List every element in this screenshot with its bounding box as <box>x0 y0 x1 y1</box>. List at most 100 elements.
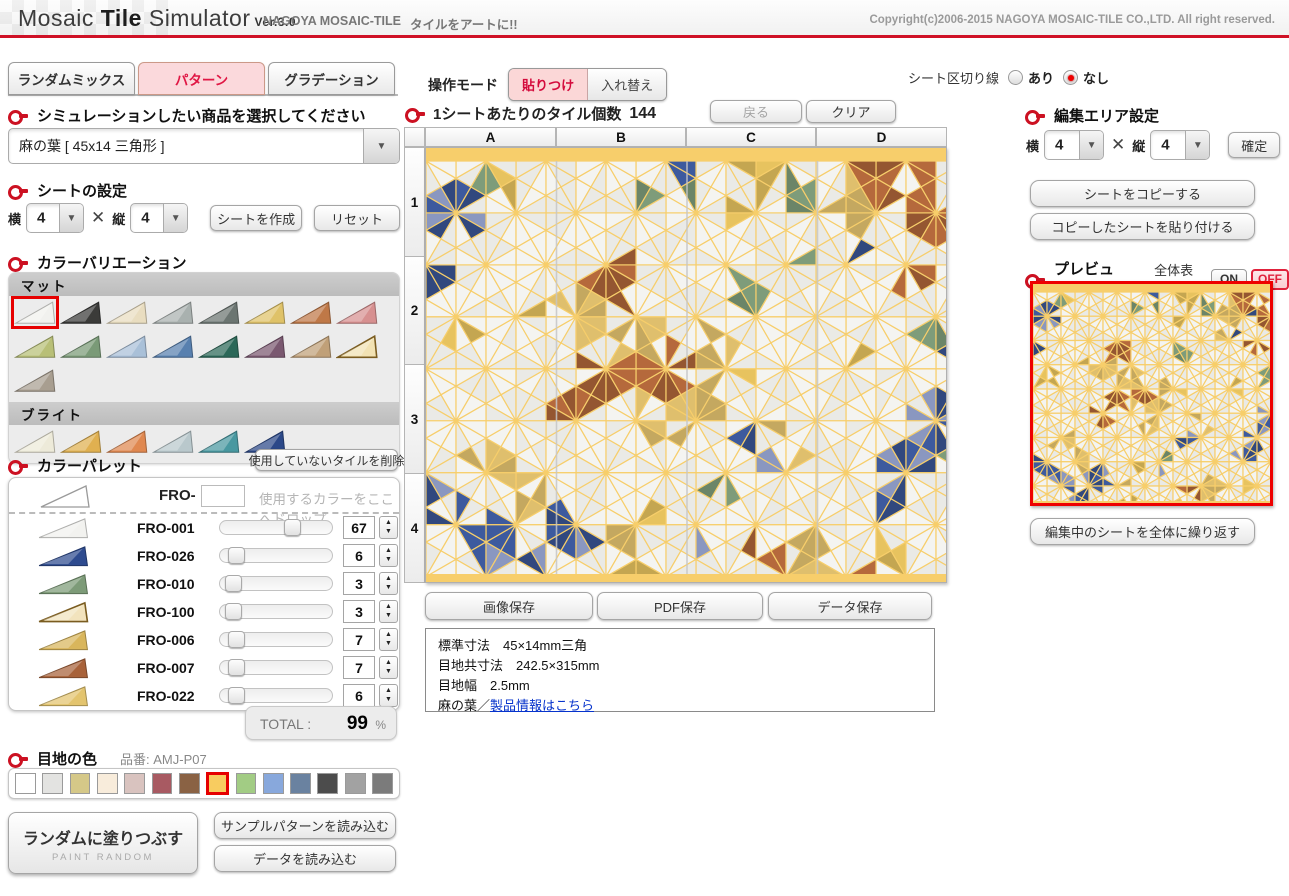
save-data-button[interactable]: データ保存 <box>768 592 932 620</box>
palette-tile-swatch[interactable] <box>37 684 89 713</box>
variation-swatch[interactable] <box>150 426 196 457</box>
ratio-slider[interactable] <box>219 688 333 703</box>
step-up-icon[interactable]: ▲ <box>385 687 392 695</box>
save-pdf-button[interactable]: PDF保存 <box>597 592 763 620</box>
row-header-1[interactable]: 1 <box>404 147 425 257</box>
ratio-slider[interactable] <box>219 548 333 563</box>
ratio-slider[interactable] <box>219 632 333 647</box>
column-header-b[interactable]: B <box>556 127 686 147</box>
variation-swatch[interactable] <box>58 426 104 457</box>
sheet-v-select[interactable]: 4 ▼ <box>130 203 188 233</box>
grout-color-swatch[interactable] <box>206 772 229 795</box>
ratio-stepper[interactable]: ▲▼ <box>379 684 398 707</box>
palette-tile-swatch[interactable] <box>37 572 89 601</box>
grout-color-swatch[interactable] <box>345 773 366 794</box>
grout-color-swatch[interactable] <box>42 773 63 794</box>
row-header-4[interactable]: 4 <box>404 473 425 583</box>
tile-canvas[interactable] <box>425 147 947 583</box>
slider-thumb[interactable] <box>225 575 242 592</box>
chevron-down-icon[interactable]: ▼ <box>1079 131 1103 159</box>
grout-color-swatch[interactable] <box>97 773 118 794</box>
ratio-slider[interactable] <box>219 660 333 675</box>
variation-swatch[interactable] <box>12 426 58 457</box>
step-down-icon[interactable]: ▼ <box>385 612 392 620</box>
back-button[interactable]: 戻る <box>710 100 802 123</box>
step-down-icon[interactable]: ▼ <box>385 696 392 704</box>
variation-swatch[interactable] <box>58 331 104 362</box>
ratio-slider[interactable] <box>219 576 333 591</box>
ratio-value-input[interactable]: 3 <box>343 572 375 595</box>
palette-tile-swatch[interactable] <box>37 516 89 545</box>
variation-swatch[interactable] <box>104 331 150 362</box>
tab-random-mix[interactable]: ランダムミックス <box>8 62 135 95</box>
variation-swatch[interactable] <box>196 331 242 362</box>
step-down-icon[interactable]: ▼ <box>385 668 392 676</box>
paste-sheet-button[interactable]: コピーしたシートを貼り付ける <box>1030 213 1255 240</box>
variation-swatch[interactable] <box>242 297 288 328</box>
variation-swatch[interactable] <box>288 297 334 328</box>
step-down-icon[interactable]: ▼ <box>385 640 392 648</box>
paint-random-button[interactable]: ランダムに塗りつぶす PAINT RANDOM <box>8 812 198 874</box>
step-down-icon[interactable]: ▼ <box>385 556 392 564</box>
clear-button[interactable]: クリア <box>806 100 896 123</box>
chevron-down-icon[interactable]: ▼ <box>1185 131 1209 159</box>
grout-color-swatch[interactable] <box>15 773 36 794</box>
step-down-icon[interactable]: ▼ <box>385 584 392 592</box>
grout-color-swatch[interactable] <box>263 773 284 794</box>
variation-swatch[interactable] <box>150 331 196 362</box>
palette-tile-swatch[interactable] <box>37 656 89 685</box>
tab-gradation[interactable]: グラデーション <box>268 62 395 95</box>
grout-color-swatch[interactable] <box>290 773 311 794</box>
slider-thumb[interactable] <box>225 603 242 620</box>
palette-tile-swatch[interactable] <box>37 600 89 629</box>
chevron-down-icon[interactable]: ▼ <box>59 204 83 232</box>
ratio-slider[interactable] <box>219 604 333 619</box>
palette-tile-swatch[interactable] <box>37 544 89 573</box>
grout-color-swatch[interactable] <box>152 773 173 794</box>
step-up-icon[interactable]: ▲ <box>385 519 392 527</box>
product-select[interactable]: 麻の葉 [ 45x14 三角形 ] ▼ <box>8 128 400 164</box>
grout-color-swatch[interactable] <box>317 773 338 794</box>
ratio-stepper[interactable]: ▲▼ <box>379 572 398 595</box>
step-up-icon[interactable]: ▲ <box>385 631 392 639</box>
edit-h-select[interactable]: 4 ▼ <box>1044 130 1104 160</box>
variation-swatch[interactable] <box>288 331 334 362</box>
ratio-value-input[interactable]: 6 <box>343 544 375 567</box>
slider-thumb[interactable] <box>228 547 245 564</box>
step-up-icon[interactable]: ▲ <box>385 547 392 555</box>
copy-sheet-button[interactable]: シートをコピーする <box>1030 180 1255 207</box>
row-header-3[interactable]: 3 <box>404 364 425 474</box>
variation-swatch[interactable] <box>58 297 104 328</box>
ratio-value-input[interactable]: 7 <box>343 628 375 651</box>
ratio-stepper[interactable]: ▲▼ <box>379 516 398 539</box>
slider-thumb[interactable] <box>228 659 245 676</box>
divider-on-option[interactable]: あり <box>1008 68 1054 87</box>
variation-swatch[interactable] <box>12 331 58 362</box>
variation-swatch[interactable] <box>150 297 196 328</box>
variation-swatch[interactable] <box>12 297 58 328</box>
ratio-stepper[interactable]: ▲▼ <box>379 544 398 567</box>
ratio-stepper[interactable]: ▲▼ <box>379 600 398 623</box>
variation-swatch[interactable] <box>334 297 380 328</box>
repeat-sheet-button[interactable]: 編集中のシートを全体に繰り返す <box>1030 518 1255 545</box>
divider-on-radio[interactable] <box>1008 70 1023 85</box>
slider-thumb[interactable] <box>284 519 301 536</box>
palette-code-input[interactable] <box>201 485 245 507</box>
grout-color-swatch[interactable] <box>124 773 145 794</box>
slider-thumb[interactable] <box>228 631 245 648</box>
variation-swatch[interactable] <box>104 426 150 457</box>
grout-color-swatch[interactable] <box>179 773 200 794</box>
column-header-d[interactable]: D <box>816 127 947 147</box>
ratio-slider[interactable] <box>219 520 333 535</box>
ratio-value-input[interactable]: 3 <box>343 600 375 623</box>
step-down-icon[interactable]: ▼ <box>385 528 392 536</box>
ratio-stepper[interactable]: ▲▼ <box>379 656 398 679</box>
row-header-2[interactable]: 2 <box>404 256 425 365</box>
grout-color-swatch[interactable] <box>70 773 91 794</box>
chevron-down-icon[interactable]: ▼ <box>163 204 187 232</box>
mode-paste-button[interactable]: 貼りつけ <box>509 69 588 100</box>
load-data-button[interactable]: データを読み込む <box>214 845 396 872</box>
variation-swatch[interactable] <box>104 297 150 328</box>
variation-swatch[interactable] <box>242 331 288 362</box>
step-up-icon[interactable]: ▲ <box>385 659 392 667</box>
